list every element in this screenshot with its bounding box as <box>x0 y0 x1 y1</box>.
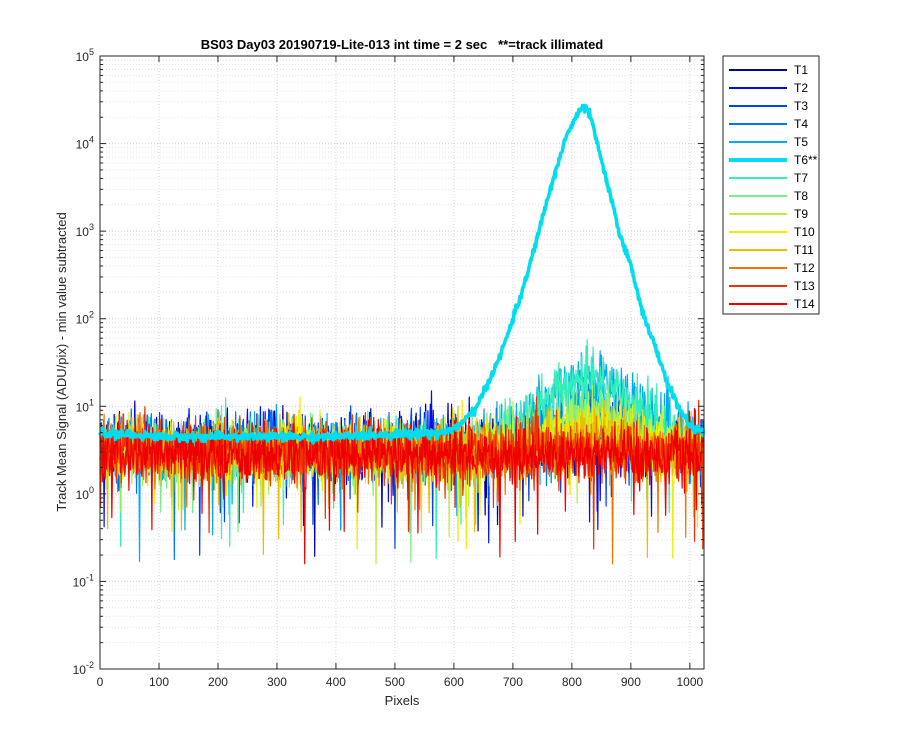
chart-title: BS03 Day03 20190719-Lite-013 int time = … <box>201 37 604 52</box>
legend-label: T12 <box>794 261 815 275</box>
figure: 0 100 200 300 400 500 600 700 800 900 1000 10-2 10-… <box>0 0 900 750</box>
chart: 0 100 200 300 400 500 600 700 800 900 1000 10-210-… <box>0 0 900 750</box>
legend-label: T2 <box>794 81 808 95</box>
x-axis-label: Pixels <box>385 693 420 708</box>
legend-label: T5 <box>794 135 808 149</box>
x-tick-label: 600 <box>444 675 464 689</box>
legend-label: T1 <box>794 63 808 77</box>
x-tick-label: 100 <box>149 675 169 689</box>
legend-label: T6** <box>794 153 818 167</box>
legend-label: T10 <box>794 225 815 239</box>
legend-label: T9 <box>794 207 808 221</box>
legend: T1 T2 T3 T4 T5 T6** T7 T8 T9 T10 T11 T12 T13 T14 <box>722 55 820 315</box>
x-tick-label: 300 <box>267 675 287 689</box>
legend-label: T3 <box>794 99 808 113</box>
x-tick-label: 800 <box>562 675 582 689</box>
legend-label: T13 <box>794 279 815 293</box>
legend-label: T11 <box>794 243 814 257</box>
x-tick-label: 700 <box>503 675 523 689</box>
x-tick-label: 0 <box>97 675 104 689</box>
x-tick-label: 400 <box>326 675 346 689</box>
x-tick-label: 200 <box>208 675 228 689</box>
legend-label: T14 <box>794 297 815 311</box>
y-axis-label: Track Mean Signal (ADU/pix) - min value … <box>54 212 69 511</box>
x-tick-label: 500 <box>385 675 405 689</box>
legend-label: T8 <box>794 189 808 203</box>
x-tick-label: 1000 <box>676 675 703 689</box>
legend-label: T7 <box>794 171 808 185</box>
x-tick-label: 900 <box>621 675 641 689</box>
legend-label: T4 <box>794 117 808 131</box>
